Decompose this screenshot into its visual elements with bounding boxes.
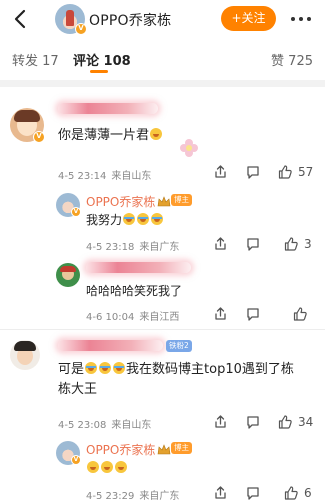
tab-bar: 转发 17 评论 108 赞 725 <box>0 46 325 76</box>
comment-meta: 4-5 23:14 来自山东 <box>58 171 152 182</box>
author-badge: 博主 <box>171 442 192 454</box>
tab-likes[interactable]: 赞 725 <box>271 50 313 69</box>
follow-button[interactable]: +关注 <box>221 6 276 31</box>
reply-meta: 4-6 10:04 来自江西 <box>86 312 180 323</box>
reply-icon[interactable] <box>246 165 260 179</box>
reply-icon[interactable] <box>246 307 260 321</box>
crying-emoji-icon <box>151 213 164 225</box>
reply-meta: 4-5 23:18 来自广东 <box>86 242 180 253</box>
like-count: 3 <box>304 237 312 251</box>
comment-meta: 4-5 23:08 来自山东 <box>58 420 152 431</box>
share-icon[interactable] <box>214 165 228 179</box>
like-icon[interactable] <box>284 237 298 251</box>
tab-comments[interactable]: 评论 108 <box>73 50 131 69</box>
reply-icon[interactable] <box>246 415 260 429</box>
share-icon[interactable] <box>214 486 228 500</box>
reply-icon[interactable] <box>246 486 260 500</box>
reply-text <box>86 458 128 478</box>
section-separator <box>0 80 325 87</box>
back-arrow-icon[interactable] <box>10 8 32 30</box>
reply-icon[interactable] <box>246 237 260 251</box>
like-count: 34 <box>298 415 314 429</box>
verified-badge-icon: V <box>75 23 87 35</box>
share-icon[interactable] <box>214 307 228 321</box>
comment-text: 你是薄薄一片君 <box>58 126 163 146</box>
verified-badge-icon: V <box>33 131 45 143</box>
comment-text: 可是 我在数码博主top10遇到了栋 栋大王 <box>58 362 294 397</box>
like-icon[interactable] <box>293 307 307 321</box>
like-icon[interactable] <box>278 415 292 429</box>
redacted-username <box>86 262 191 273</box>
active-tab-indicator <box>90 70 108 73</box>
like-icon[interactable] <box>278 165 292 179</box>
author-name[interactable]: OPPO乔家栋 <box>89 10 171 30</box>
header-bar: V OPPO乔家栋 +关注 <box>0 0 325 40</box>
share-icon[interactable] <box>214 237 228 251</box>
crying-emoji-icon <box>85 362 98 374</box>
redacted-username <box>58 340 163 351</box>
tab-repost[interactable]: 转发 17 <box>12 50 59 69</box>
reply-text: 我努力 <box>86 210 164 230</box>
more-options-icon[interactable] <box>288 9 314 29</box>
emoji-icon <box>87 461 99 473</box>
crown-icon <box>157 441 171 455</box>
crying-emoji-icon <box>99 362 112 374</box>
like-icon[interactable] <box>284 486 298 500</box>
comment-divider <box>0 329 325 330</box>
reply-author-name[interactable]: OPPO乔家栋 <box>86 193 155 210</box>
verified-badge-icon: V <box>71 455 81 465</box>
crying-emoji-icon <box>137 213 150 225</box>
replier-avatar[interactable] <box>56 263 80 287</box>
emoji-icon <box>101 461 113 473</box>
crying-emoji-icon <box>113 362 126 374</box>
share-icon[interactable] <box>214 415 228 429</box>
crown-icon <box>157 193 171 207</box>
commenter-avatar[interactable] <box>10 340 40 370</box>
verified-badge-icon: V <box>71 207 81 217</box>
emoji-icon <box>115 461 127 473</box>
crying-emoji-icon <box>123 213 136 225</box>
fan-level-badge: 铁粉2 <box>166 340 192 352</box>
reply-author-name[interactable]: OPPO乔家栋 <box>86 441 155 458</box>
redacted-username <box>58 103 158 114</box>
author-badge: 博主 <box>171 194 192 206</box>
reply-text: 哈哈哈哈笑死我了 <box>86 284 183 298</box>
flower-sticker-icon <box>178 137 200 159</box>
like-count: 6 <box>304 486 312 500</box>
emoji-icon <box>150 128 163 140</box>
like-count: 57 <box>298 165 314 179</box>
reply-meta: 4-5 23:29 来自广东 <box>86 491 180 500</box>
